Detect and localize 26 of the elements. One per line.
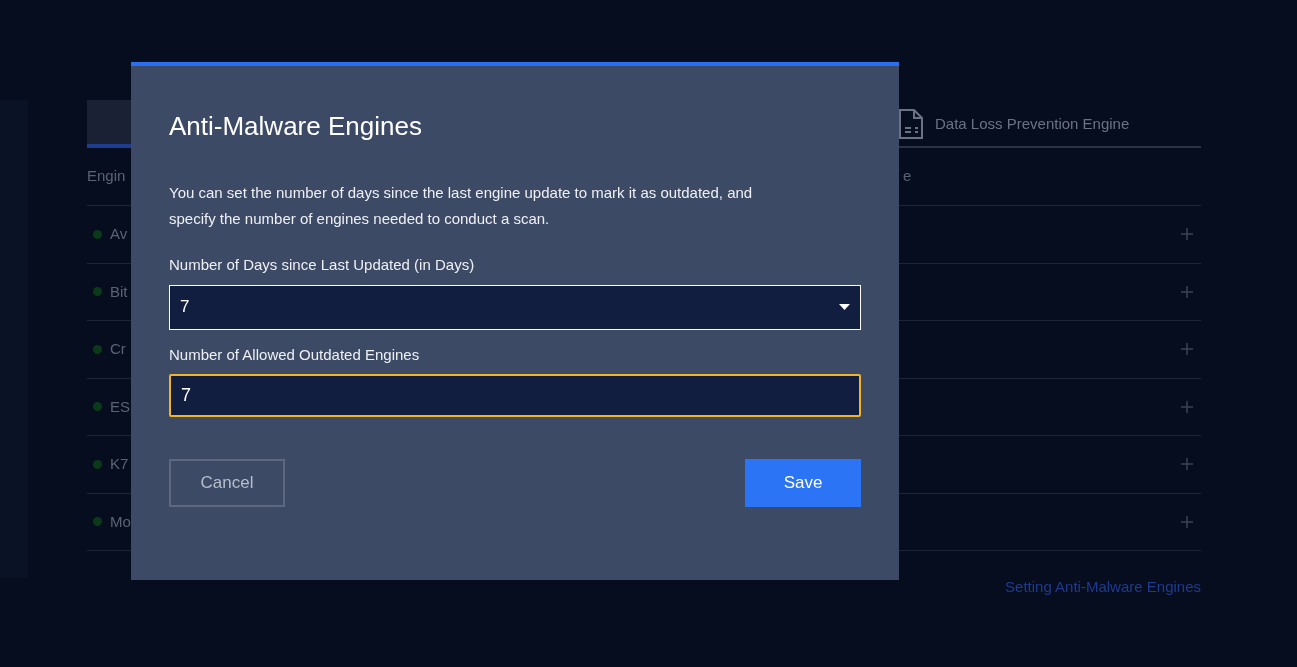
- plus-icon[interactable]: [1181, 343, 1193, 356]
- engine-name: Bit: [110, 281, 128, 302]
- engines-input[interactable]: 7: [169, 374, 861, 417]
- plus-icon[interactable]: [1181, 285, 1193, 298]
- plus-icon[interactable]: [1181, 228, 1193, 241]
- caret-icon: [839, 304, 850, 310]
- days-select[interactable]: 7: [169, 284, 861, 330]
- plus-icon[interactable]: [1181, 515, 1193, 528]
- field-label: Number of Allowed Outdated Engines: [169, 344, 421, 365]
- cancel-button[interactable]: Cancel: [169, 459, 285, 507]
- engine-name: ES: [110, 396, 130, 417]
- tab[interactable]: [87, 100, 131, 148]
- column-header: e: [903, 166, 912, 187]
- engine-name: Cr: [110, 339, 126, 359]
- tab[interactable]: Data Loss Prevention Engine: [895, 100, 1132, 148]
- plus-icon[interactable]: [1181, 400, 1193, 413]
- engine-name: Mo: [110, 511, 131, 532]
- engine-name: K7: [110, 454, 129, 474]
- document-icon: [897, 108, 925, 140]
- plus-icon[interactable]: [1181, 458, 1193, 471]
- dialog-description: You can set the number of days since the last engine update to mark it as outdated, and specify the number of engines needed to conduct a scan.: [169, 183, 754, 229]
- engine-name: Av: [110, 224, 128, 244]
- column-header: Engin: [87, 166, 127, 187]
- dialog-title: Anti-Malware Engines: [169, 110, 423, 143]
- save-button[interactable]: Save: [745, 459, 861, 507]
- field-label: Number of Days since Last Updated (in Days): [169, 255, 476, 275]
